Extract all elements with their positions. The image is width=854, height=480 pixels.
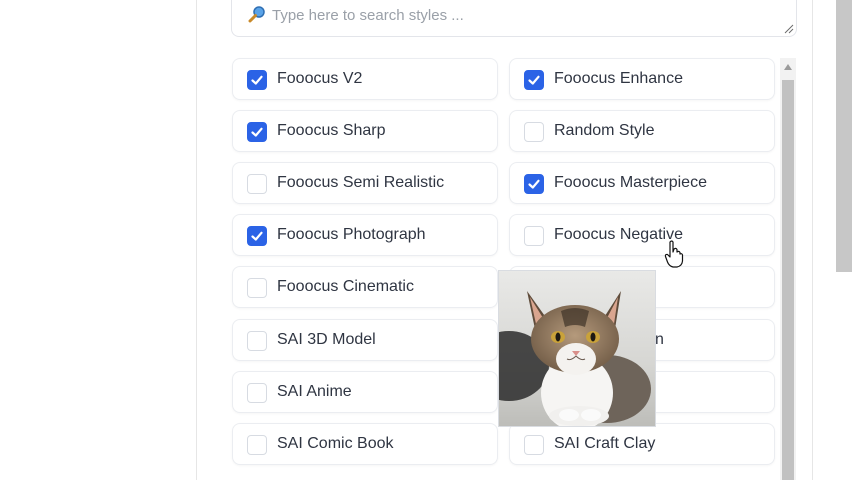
page-scrollbar-thumb[interactable] — [836, 0, 852, 272]
style-option[interactable]: Fooocus Negative — [509, 214, 775, 257]
style-option-label: Fooocus Semi Realistic — [277, 174, 445, 192]
style-option-label: SAI Comic Book — [277, 434, 394, 452]
style-option-label: SAI 3D Model — [277, 330, 376, 348]
style-option[interactable]: SAI Anime — [232, 370, 498, 413]
style-checkbox[interactable] — [247, 434, 267, 455]
style-checkbox[interactable] — [247, 122, 267, 143]
style-checkbox[interactable] — [524, 226, 544, 247]
scroll-thumb[interactable] — [782, 80, 794, 480]
style-checkbox[interactable] — [247, 226, 267, 247]
style-option-label: Fooocus Masterpiece — [554, 174, 707, 192]
style-option-label: Random Style — [554, 122, 655, 140]
style-option[interactable]: SAI 3D Model — [232, 318, 498, 361]
style-option[interactable]: Fooocus Sharp — [232, 110, 498, 153]
style-checkbox[interactable] — [247, 330, 267, 351]
style-checkbox[interactable] — [524, 122, 544, 143]
style-option-label: Fooocus Sharp — [277, 122, 386, 140]
panel-left-border — [196, 0, 197, 480]
resize-handle-icon[interactable] — [784, 24, 794, 34]
style-option-label: SAI Anime — [277, 382, 352, 400]
style-option[interactable]: Fooocus Semi Realistic — [232, 162, 498, 205]
style-option[interactable]: Random Style — [509, 110, 775, 153]
style-checkbox[interactable] — [247, 382, 267, 403]
style-option-label: Fooocus Enhance — [554, 70, 683, 87]
style-option-label: n — [655, 330, 664, 348]
style-checkbox[interactable] — [524, 434, 544, 455]
scroll-up-arrow-icon[interactable] — [784, 64, 792, 70]
search-input[interactable] — [272, 5, 772, 25]
style-option[interactable]: Fooocus Masterpiece — [509, 162, 775, 205]
style-option[interactable]: Fooocus Cinematic — [232, 266, 498, 309]
style-option[interactable]: Fooocus V2 — [232, 58, 498, 100]
style-list-scrollbar[interactable] — [780, 58, 796, 480]
hand-pointer-icon — [664, 240, 684, 268]
style-preview-image — [498, 270, 656, 427]
style-option-label: Fooocus Photograph — [277, 226, 426, 244]
style-checkbox[interactable] — [524, 174, 544, 195]
style-option-label: SAI Craft Clay — [554, 434, 656, 452]
style-option-label: Fooocus V2 — [277, 70, 363, 87]
style-search-box[interactable] — [231, 0, 797, 37]
panel-right-border — [812, 0, 813, 480]
style-checkbox[interactable] — [247, 278, 267, 299]
style-option-label: Fooocus Cinematic — [277, 278, 414, 296]
style-checkbox[interactable] — [247, 70, 267, 90]
style-option[interactable]: Fooocus Enhance — [509, 58, 775, 100]
style-option[interactable]: SAI Comic Book — [232, 422, 498, 465]
style-checkbox[interactable] — [247, 174, 267, 195]
style-checkbox[interactable] — [524, 70, 544, 90]
search-icon — [248, 6, 265, 23]
style-option[interactable]: Fooocus Photograph — [232, 214, 498, 257]
style-option[interactable]: SAI Craft Clay — [509, 422, 775, 465]
